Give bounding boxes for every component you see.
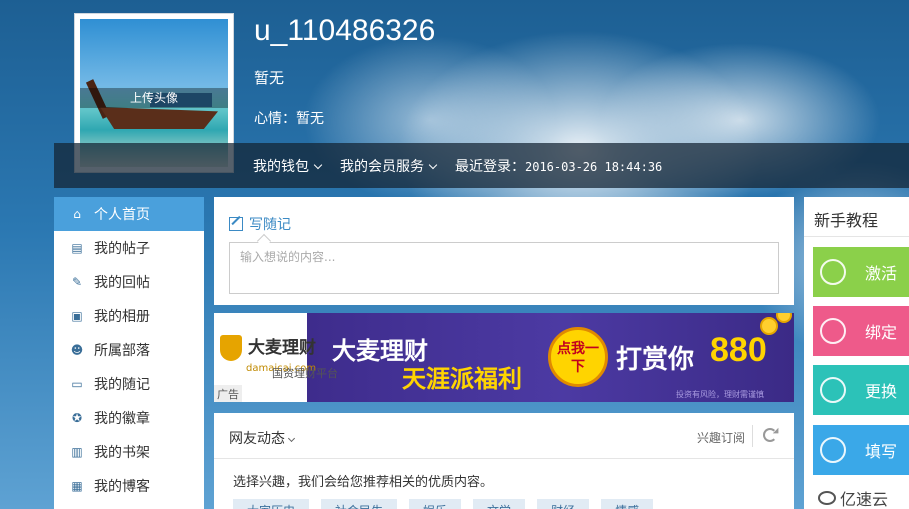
interest-tag[interactable]: 财经 [537,499,590,509]
guide-card-label: 填写 [865,442,898,461]
sidebar-item-notes[interactable]: ▭ 我的随记 [54,367,204,401]
form-icon [813,425,853,475]
username: u_110486326 [254,14,436,47]
last-login-time: 2016-03-26 18:44:36 [525,160,663,174]
post-box: 写随记 [214,197,794,305]
sidebar-item-bookshelf[interactable]: ▥ 我的书架 [54,435,204,469]
interest-tag[interactable]: 大家历史 [233,499,310,509]
watermark-text: 亿速云 [840,490,889,509]
guide-card-label: 更换 [865,382,898,401]
blog-icon: ▦ [71,479,83,493]
refresh-icon[interactable] [763,428,777,442]
interest-tag[interactable]: 娱乐 [409,499,462,509]
member-service-label: 我的会员服务 [340,159,424,175]
guide-title: 新手教程 [804,197,909,237]
sidebar-item-label: 我的徽章 [94,411,150,427]
write-note-link[interactable]: 写随记 [229,214,291,234]
mood-value: 暂无 [296,111,324,127]
feed-header: 网友动态 兴趣订阅 [214,413,794,459]
interest-subscribe-link[interactable]: 兴趣订阅 [697,429,745,446]
ad-label: 广告 [214,385,242,402]
interest-tag[interactable]: 文学 [473,499,526,509]
feed-description: 选择兴趣，我们会给您推荐相关的优质内容。 [233,475,494,490]
profile-info-bar: 我的钱包 我的会员服务 最近登录：2016-03-26 18:44:36 [54,143,909,188]
write-note-label: 写随记 [249,217,291,233]
ad-headline-2: 天涯派福利 [402,365,522,393]
note-input[interactable] [229,242,779,294]
sidebar-item-replies[interactable]: ✎ 我的回帖 [54,265,204,299]
cloud-logo-icon [818,491,836,505]
guide-card-label: 绑定 [865,323,898,342]
sidebar-item-posts[interactable]: ▤ 我的帖子 [54,231,204,265]
sidebar-item-label: 我的帖子 [94,241,150,257]
feed-title: 网友动态 [229,431,285,447]
watermark: 亿速云 [818,486,888,509]
last-login: 最近登录：2016-03-26 18:44:36 [455,156,662,176]
sidebar-item-label: 我的书架 [94,445,150,461]
sidebar-item-label: 我的相册 [94,309,150,325]
sidebar-item-badges[interactable]: ✪ 我的徽章 [54,401,204,435]
book-icon: ▥ [71,445,83,459]
chevron-down-icon [313,160,323,170]
interest-tag[interactable]: 社会民生 [321,499,398,509]
sidebar-item-home[interactable]: ⌂ 个人首页 [54,197,204,231]
group-icon: ☻ [70,343,84,357]
ad-disclaimer: 投资有风险，理财需谨慎 [676,390,764,399]
phone-icon [813,247,853,297]
badge-icon: ✪ [71,411,83,425]
beginner-guide: 新手教程 激活 绑定 更换 填写 [804,197,909,509]
ad-platform: 国资理财平台 [272,367,338,380]
coin-icon [760,317,778,335]
wallet-label: 我的钱包 [253,159,309,175]
guide-card-activate[interactable]: 激活 [813,247,909,297]
sidebar: ⌂ 个人首页 ▤ 我的帖子 ✎ 我的回帖 ▣ 我的相册 ☻ 所属部落 ▭ 我的随记 ✪ 我的徽… [54,197,204,509]
ad-brand: 大麦理财 [248,338,316,358]
guide-card-label: 激活 [865,264,898,283]
photo-icon: ▣ [71,309,83,323]
sidebar-item-tribe[interactable]: ☻ 所属部落 [54,333,204,367]
mail-icon [813,306,853,356]
member-service-menu[interactable]: 我的会员服务 [340,156,438,176]
edit-icon: ✎ [71,275,83,289]
document-icon: ▤ [71,241,83,255]
upload-avatar-button[interactable]: 上传头像 [80,88,228,108]
sidebar-item-album[interactable]: ▣ 我的相册 [54,299,204,333]
ad-banner[interactable]: 大麦理财 damaicai.com 国资理财平台 大麦理财 天涯派福利 点我一下… [214,313,794,402]
sidebar-item-label: 个人首页 [94,207,150,223]
ad-logo: 大麦理财 [220,335,316,361]
mood: 心情：暂无 [254,108,324,128]
boat-image-part [100,107,218,129]
sidebar-item-label: 我的回帖 [94,275,150,291]
wallet-menu[interactable]: 我的钱包 [253,156,323,176]
pen-icon [229,217,243,231]
divider [752,425,753,447]
feed-title-dropdown[interactable]: 网友动态 [229,428,296,448]
ad-amount: 880 [710,331,767,369]
sidebar-item-label: 我的随记 [94,377,150,393]
interest-tags: 大家历史 社会民生 娱乐 文学 财经 情感 [233,499,665,509]
guide-card-fill[interactable]: 填写 [813,425,909,475]
chevron-down-icon [428,160,438,170]
last-login-label: 最近登录： [455,159,525,175]
sidebar-item-label: 所属部落 [94,343,150,359]
ad-reward: 打赏你 [616,345,695,375]
main-content: 写随记 大麦理财 damaicai.com 国资理财平台 大麦理财 天涯派福利 … [214,197,794,509]
profile-subtitle: 暂无 [254,69,285,87]
coin-icon [776,313,792,323]
mood-label: 心情： [254,111,296,127]
chevron-down-icon [287,434,296,443]
wheat-logo-icon [220,335,242,361]
interest-tag[interactable]: 情感 [601,499,654,509]
ad-click-badge[interactable]: 点我一下 [548,327,608,387]
sidebar-item-label: 我的博客 [94,479,150,495]
home-icon: ⌂ [73,207,81,221]
guide-card-change[interactable]: 更换 [813,365,909,415]
note-icon: ▭ [71,377,83,391]
guide-card-bind[interactable]: 绑定 [813,306,909,356]
sidebar-item-blog[interactable]: ▦ 我的博客 [54,469,204,503]
user-icon [813,365,853,415]
friends-feed: 网友动态 兴趣订阅 选择兴趣，我们会给您推荐相关的优质内容。 大家历史 社会民生… [214,413,794,509]
